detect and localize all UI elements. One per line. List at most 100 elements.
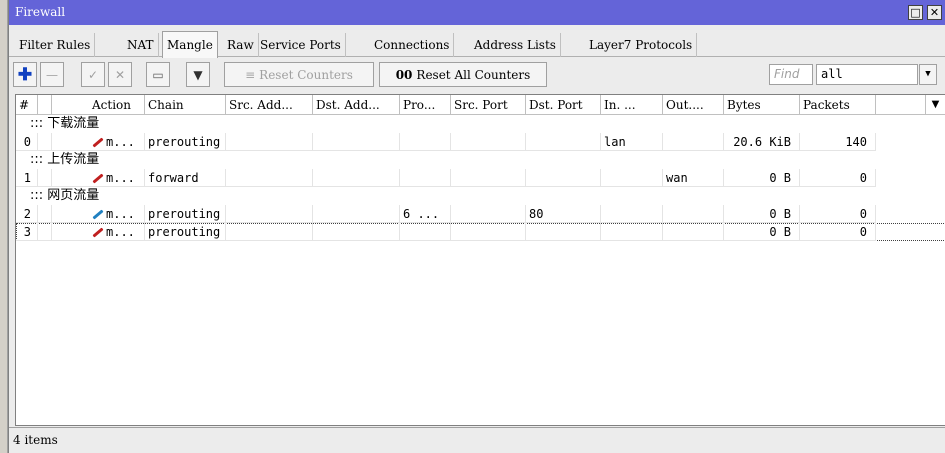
action-text: m... [106, 171, 135, 185]
table-row[interactable]: 2 m... prerouting 6 ... 80 0 B 0 [16, 205, 945, 223]
col-action[interactable]: Action [52, 95, 145, 115]
enable-button[interactable]: ✓ [81, 62, 105, 87]
reset-counters-button[interactable]: ≡ Reset Counters [224, 62, 374, 87]
comment-button[interactable]: ▭ [146, 62, 170, 87]
add-button[interactable]: ✚ [13, 62, 37, 87]
tab-layer7-protocols[interactable]: Layer7 Protocols [585, 33, 698, 57]
cell-dst-port [526, 133, 601, 151]
close-button[interactable]: ✕ [927, 5, 942, 20]
cell-chain: prerouting [145, 133, 226, 151]
table-row[interactable]: 1 m... forward wan 0 B 0 [16, 169, 945, 187]
col-in-interface[interactable]: In. ... [601, 95, 663, 115]
cell-num: 3 [16, 223, 38, 241]
window-titlebar[interactable]: Firewall □ ✕ [9, 0, 945, 25]
cell-in-interface [601, 205, 663, 223]
comment-row[interactable]: ::: 上传流量 [16, 151, 945, 169]
comment-text: ::: 网页流量 [30, 188, 100, 203]
cell-bytes: 0 B [724, 205, 800, 223]
cell-action: m... [52, 205, 145, 223]
reset-all-counters-button[interactable]: 00 Reset All Counters [379, 62, 547, 87]
pencil-icon [92, 173, 104, 184]
filter-dropdown-button[interactable]: ▼ [919, 64, 937, 85]
cell-in-interface: lan [601, 133, 663, 151]
col-extra [876, 95, 926, 115]
col-dst-port[interactable]: Dst. Port [526, 95, 601, 115]
reset-counters-icon: ≡ [245, 67, 256, 82]
cell-dst-port: 80 [526, 205, 601, 223]
chevron-down-icon: ▼ [931, 99, 940, 110]
col-src-address[interactable]: Src. Add... [226, 95, 313, 115]
cell-action: m... [52, 169, 145, 187]
cell-src-address [226, 223, 313, 241]
cell-out-interface [663, 223, 724, 241]
tab-bar: Filter Rules NAT Mangle Raw Service Port… [9, 31, 945, 58]
comment-row[interactable]: ::: 下载流量 [16, 115, 945, 133]
cell-out-interface [663, 205, 724, 223]
left-edge [0, 0, 8, 453]
tab-filter-rules[interactable]: Filter Rules [15, 33, 96, 57]
disable-button[interactable]: ✕ [108, 62, 132, 87]
col-out-interface[interactable]: Out.... [663, 95, 724, 115]
remove-button[interactable]: — [40, 62, 64, 87]
cell-dst-address [313, 223, 400, 241]
cell-num: 2 [16, 205, 38, 223]
cell-dst-port [526, 223, 601, 241]
filter-button[interactable]: ▼ [186, 62, 210, 87]
cell-dst-address [313, 133, 400, 151]
col-protocol[interactable]: Pro... [400, 95, 451, 115]
cell-out-interface [663, 133, 724, 151]
cell-out-interface: wan [663, 169, 724, 187]
cell-action: m... [52, 133, 145, 151]
tab-nat[interactable]: NAT [123, 33, 159, 57]
col-flags[interactable] [38, 95, 52, 115]
cell-protocol: 6 ... [400, 205, 451, 223]
table-row[interactable]: 0 m... prerouting lan 20.6 KiB 140 [16, 133, 945, 151]
cell-src-port [451, 205, 526, 223]
x-icon: ✕ [114, 67, 126, 82]
cell-chain: forward [145, 169, 226, 187]
status-bar: 4 items [9, 427, 945, 453]
table-row[interactable]: 3 m... prerouting 0 B 0 [16, 223, 945, 241]
cell-num: 0 [16, 133, 38, 151]
tab-raw[interactable]: Raw [223, 33, 259, 57]
cell-bytes: 0 B [724, 223, 800, 241]
toolbar: ✚ — ✓ ✕ ▭ ▼ ≡ Reset Counters 00 Reset Al… [9, 60, 945, 90]
cell-dst-address [313, 169, 400, 187]
tab-connections[interactable]: Connections [370, 33, 455, 57]
cell-packets: 0 [800, 169, 876, 187]
find-input[interactable]: Find [769, 64, 813, 85]
comment-row[interactable]: ::: 网页流量 [16, 187, 945, 205]
item-count: 4 items [13, 433, 58, 447]
cell-protocol [400, 169, 451, 187]
col-num[interactable]: # [16, 95, 38, 115]
cell-action: m... [52, 223, 145, 241]
comment-text: ::: 上传流量 [30, 152, 100, 167]
cell-protocol [400, 223, 451, 241]
col-chain[interactable]: Chain [145, 95, 226, 115]
col-packets[interactable]: Packets [800, 95, 876, 115]
cell-in-interface [601, 169, 663, 187]
tab-mangle[interactable]: Mangle [162, 31, 218, 58]
reset-counters-label: Reset Counters [259, 67, 353, 82]
restore-button[interactable]: □ [908, 5, 923, 20]
columns-menu-button[interactable]: ▼ [926, 95, 945, 115]
cell-num: 1 [16, 169, 38, 187]
cell-chain: prerouting [145, 205, 226, 223]
check-icon: ✓ [87, 67, 99, 82]
cell-src-address [226, 205, 313, 223]
cell-flags [38, 133, 52, 151]
col-src-port[interactable]: Src. Port [451, 95, 526, 115]
cell-src-address [226, 133, 313, 151]
col-bytes[interactable]: Bytes [724, 95, 800, 115]
filter-select[interactable]: all [816, 64, 918, 85]
firewall-window: Firewall □ ✕ Filter Rules NAT Mangle Raw… [8, 0, 945, 453]
tab-address-lists[interactable]: Address Lists [470, 33, 561, 57]
tab-service-ports[interactable]: Service Ports [256, 33, 346, 57]
col-dst-address[interactable]: Dst. Add... [313, 95, 400, 115]
cell-chain: prerouting [145, 223, 226, 241]
cell-bytes: 0 B [724, 169, 800, 187]
pencil-icon [92, 227, 104, 238]
cell-flags [38, 205, 52, 223]
cell-packets: 0 [800, 205, 876, 223]
cell-flags [38, 223, 52, 241]
